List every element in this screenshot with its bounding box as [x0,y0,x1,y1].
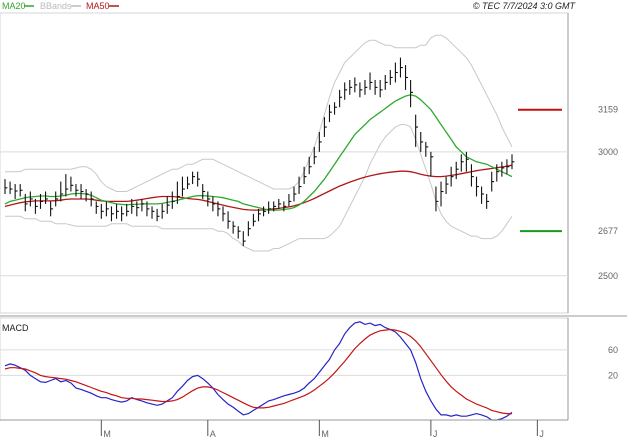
x-axis: MAMJJ [0,419,568,439]
macd-tick-label: 60 [608,345,618,355]
stock-chart: MA20 BBands MA50 © TEC 7/7/2024 3:0 GMT … [0,1,627,439]
timestamp: © TEC 7/7/2024 3:0 GMT [473,1,577,11]
legend-bbands-label: BBands [40,1,72,11]
legend-ma50-label: MA50 [86,1,110,11]
x-tick-label: M [321,429,329,439]
price-tick-label: 2500 [598,271,618,281]
macd-panel: MACD 60 20 [0,317,618,421]
price-panel: 3000 2500 3159 2677 [0,12,618,314]
chart-legend: MA20 BBands MA50 [2,1,119,11]
x-tick-label: A [210,429,216,439]
price-tick-label: 3000 [598,147,618,157]
macd-title: MACD [2,323,29,333]
price-level-label: 2677 [598,226,618,236]
x-tick-label: J [433,429,438,439]
x-tick-label: J [539,429,544,439]
price-level-label: 3159 [598,105,618,115]
price-tick-labels: 3000 2500 [598,147,618,281]
x-tick-labels: MAMJJ [100,420,544,439]
x-tick-label: M [103,429,111,439]
legend-ma20-label: MA20 [2,1,26,11]
macd-plot-area [0,317,569,421]
macd-tick-labels: 60 20 [608,345,618,381]
macd-tick-label: 20 [608,370,618,380]
